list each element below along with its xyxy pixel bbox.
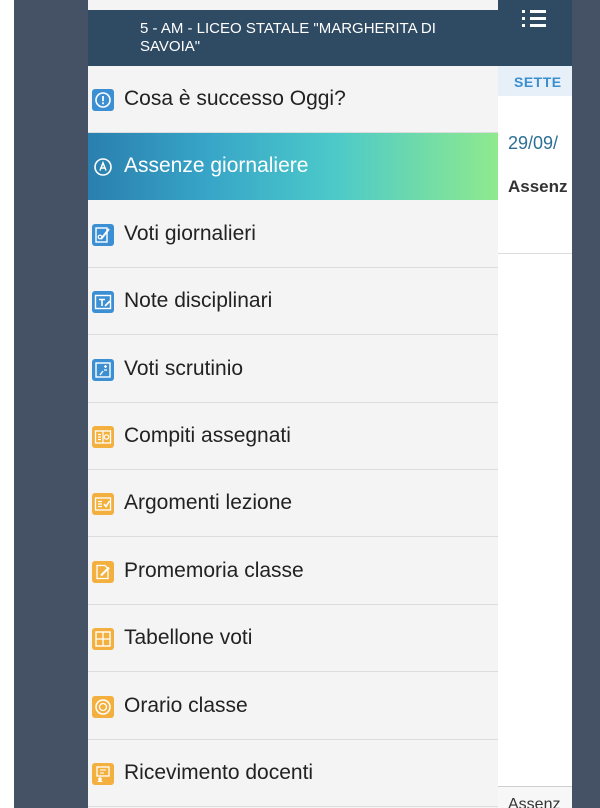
menu-item-assenze-giornaliere[interactable]: Assenze giornaliere (88, 133, 498, 200)
month-tab-bar[interactable]: SETTE (498, 66, 572, 96)
absence-entry-label: Assenz (508, 177, 568, 196)
menu-item-ricevimento-docenti[interactable]: Ricevimento docenti (88, 740, 498, 807)
menu-item-label: Voti giornalieri (124, 222, 256, 245)
drawer-header: 5 - AM - LICEO STATALE "MARGHERITA DI SA… (88, 10, 498, 66)
scrutiny-icon (92, 359, 114, 381)
info-icon (92, 89, 114, 111)
grades-icon (92, 224, 114, 246)
menu-item-voti-scrutinio[interactable]: Voti scrutinio (88, 336, 498, 403)
menu-item-note-disciplinari[interactable]: Note disciplinari (88, 268, 498, 335)
teacher-meeting-icon (92, 763, 114, 785)
menu-item-label: Compiti assegnati (124, 424, 291, 447)
navigation-drawer: 5 - AM - LICEO STATALE "MARGHERITA DI SA… (88, 0, 498, 808)
app-toolbar (498, 0, 572, 66)
frame-right (572, 0, 600, 808)
menu-item-orario-classe[interactable]: Orario classe (88, 673, 498, 740)
absence-date: 29/09/ (508, 133, 559, 153)
homework-icon (92, 426, 114, 448)
menu-item-label: Ricevimento docenti (124, 761, 314, 784)
month-tab-label[interactable]: SETTE (514, 74, 562, 90)
menu-item-compiti-assegnati[interactable]: Compiti assegnati (88, 403, 498, 470)
menu-item-label: Assenze giornaliere (124, 154, 309, 177)
menu-item-label: Note disciplinari (124, 289, 273, 312)
grades-board-icon (92, 628, 114, 650)
menu-item-label: Voti scrutinio (124, 357, 244, 380)
menu-item-label: Orario classe (124, 694, 248, 717)
menu-item-label: Promemoria classe (124, 559, 304, 582)
notes-icon (92, 291, 114, 313)
lesson-topics-icon (92, 493, 114, 515)
menu-item-cosa-e-successo-oggi[interactable]: Cosa è successo Oggi? (88, 66, 498, 133)
menu-item-promemoria-classe[interactable]: Promemoria classe (88, 538, 498, 605)
menu-item-voti-giornalieri[interactable]: Voti giornalieri (88, 201, 498, 268)
menu-item-label: Tabellone voti (124, 626, 253, 649)
menu-item-argomenti-lezione[interactable]: Argomenti lezione (88, 470, 498, 537)
menu-item-tabellone-voti[interactable]: Tabellone voti (88, 605, 498, 672)
bottom-tab-label[interactable]: Assenz (508, 796, 560, 808)
timetable-icon (92, 696, 114, 718)
divider (498, 253, 572, 254)
menu-item-label: Argomenti lezione (124, 491, 293, 514)
menu-icon[interactable] (522, 10, 546, 32)
menu-item-label: Cosa è successo Oggi? (124, 87, 346, 110)
absence-icon (92, 156, 114, 178)
frame-left (14, 0, 88, 808)
background-app-panel: SETTE 29/09/ Assenz Assenz (498, 0, 572, 808)
reminder-icon (92, 561, 114, 583)
school-title: 5 - AM - LICEO STATALE "MARGHERITA DI SA… (140, 20, 436, 55)
